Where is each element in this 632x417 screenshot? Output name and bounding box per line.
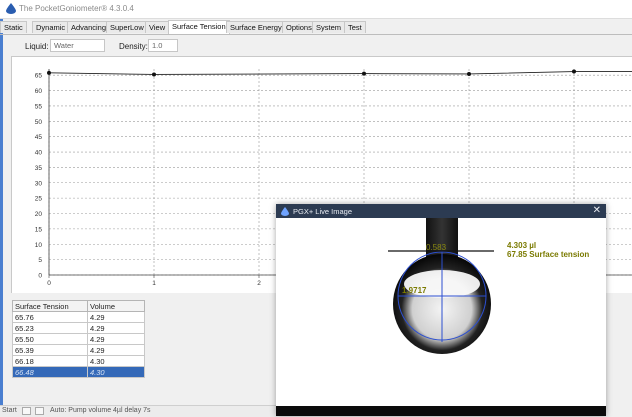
app-logo-icon <box>6 3 16 14</box>
stage-shadow <box>276 406 606 416</box>
table-row-selected[interactable]: 66.48 4.30 <box>12 366 145 378</box>
y-tick-label: 45 <box>35 134 43 141</box>
cell-tension: 66.48 <box>12 366 88 378</box>
live-image-title: PGX+ Live Image <box>293 207 352 216</box>
cell-tension: 66.18 <box>12 355 88 367</box>
y-tick-label: 25 <box>35 196 43 203</box>
cell-volume: 4.30 <box>87 366 145 378</box>
window-title: The PocketGoniometer® 4.3.0.4 <box>19 4 134 13</box>
col-header-surface-tension[interactable]: Surface Tension <box>12 300 88 312</box>
table-row[interactable]: 65.50 4.29 <box>12 333 145 345</box>
y-tick-label: 5 <box>38 257 42 264</box>
cell-tension: 65.50 <box>12 333 88 345</box>
data-point <box>362 71 366 76</box>
tab-superlow[interactable]: SuperLow <box>106 21 148 33</box>
status-text: Auto: Pump volume 4µl delay 7s <box>50 407 151 414</box>
density-label: Density: <box>119 42 148 51</box>
live-image-titlebar[interactable]: PGX+ Live Image ✕ <box>276 204 606 218</box>
x-tick-label: 0 <box>47 280 51 287</box>
cell-volume: 4.29 <box>87 333 145 345</box>
close-icon[interactable]: ✕ <box>593 205 601 216</box>
cell-volume: 4.29 <box>87 322 145 334</box>
cell-volume: 4.29 <box>87 344 145 356</box>
live-image-view: 0.583 1.9717 4.303 µl 67.85 Surface tens… <box>276 218 606 416</box>
volume-readout: 4.303 µl <box>507 241 537 250</box>
dispense-button[interactable] <box>35 407 44 415</box>
y-tick-label: 20 <box>35 211 43 218</box>
tab-bar: Static Dynamic Advancing SuperLow View S… <box>0 20 632 35</box>
y-tick-label: 60 <box>35 88 43 95</box>
y-tick-label: 0 <box>38 273 42 280</box>
table-row[interactable]: 66.18 4.30 <box>12 355 145 367</box>
series-line <box>48 71 632 75</box>
start-label[interactable]: Start <box>2 407 17 414</box>
liquid-label: Liquid: <box>25 42 49 51</box>
cell-tension: 65.76 <box>12 311 88 323</box>
y-tick-label: 10 <box>35 242 43 249</box>
tab-surface-energy[interactable]: Surface Energy <box>226 21 286 33</box>
x-tick-label: 1 <box>152 280 156 287</box>
data-point <box>467 71 471 76</box>
window-edge <box>0 0 3 416</box>
tab-view[interactable]: View <box>145 21 170 33</box>
surface-tension-readout: 67.85 Surface tension <box>507 250 590 259</box>
table-row[interactable]: 65.39 4.29 <box>12 344 145 356</box>
tab-advancing[interactable]: Advancing <box>67 21 111 33</box>
status-bar: Start Auto: Pump volume 4µl delay 7s <box>0 405 276 417</box>
y-tick-label: 30 <box>35 180 43 187</box>
liquid-row: Liquid: Water Density: 1.0 <box>0 38 632 54</box>
tab-test[interactable]: Test <box>344 21 366 33</box>
live-image-window: PGX+ Live Image ✕ 0.583 1.9717 4.303 µl … <box>276 204 606 416</box>
data-point <box>152 72 156 77</box>
tab-static[interactable]: Static <box>0 21 27 33</box>
data-point <box>572 69 576 74</box>
y-tick-label: 35 <box>35 165 43 172</box>
width-measure: 1.9717 <box>402 286 427 295</box>
pump-button[interactable] <box>22 407 31 415</box>
density-field[interactable]: 1.0 <box>148 39 178 52</box>
tab-options[interactable]: Options <box>282 21 316 33</box>
cell-volume: 4.30 <box>87 355 145 367</box>
table-row[interactable]: 65.23 4.29 <box>12 322 145 334</box>
title-bar: The PocketGoniometer® 4.3.0.4 <box>0 0 632 19</box>
data-point <box>47 70 51 75</box>
results-table: Surface Tension Volume 65.76 4.29 65.23 4.… <box>12 300 145 378</box>
y-tick-label: 65 <box>35 73 43 80</box>
table-row[interactable]: 65.76 4.29 <box>12 311 145 323</box>
liquid-field[interactable]: Water <box>50 39 105 52</box>
top-measure: 0.583 <box>426 243 447 252</box>
tab-system[interactable]: System <box>312 21 346 33</box>
tab-dynamic[interactable]: Dynamic <box>32 21 70 33</box>
x-tick-label: 2 <box>257 280 261 287</box>
y-tick-label: 50 <box>35 119 43 126</box>
col-header-volume[interactable]: Volume <box>87 300 145 312</box>
y-tick-label: 40 <box>35 150 43 157</box>
y-tick-label: 15 <box>35 226 43 233</box>
y-tick-label: 55 <box>35 103 43 110</box>
cell-volume: 4.29 <box>87 311 145 323</box>
drop-icon <box>281 207 289 216</box>
cell-tension: 65.39 <box>12 344 88 356</box>
tab-surface-tension[interactable]: Surface Tension <box>168 20 230 34</box>
cell-tension: 65.23 <box>12 322 88 334</box>
